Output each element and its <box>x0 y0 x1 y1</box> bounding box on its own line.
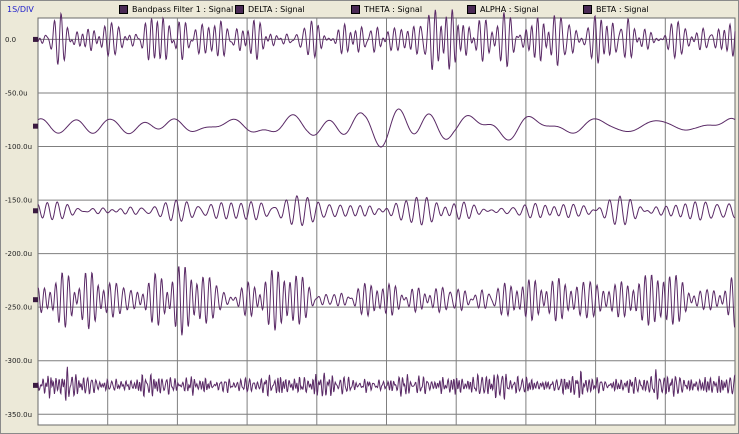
y-tick-label: -300.0u <box>5 357 32 365</box>
y-tick-label: -200.0u <box>5 250 32 258</box>
y-tick-label: -350.0u <box>5 411 32 419</box>
channel-marker <box>33 297 38 303</box>
y-tick-label: 0.0 <box>5 36 16 44</box>
channel-marker <box>33 36 38 42</box>
y-tick-label: -50.0u <box>5 89 28 97</box>
channel-marker <box>33 123 38 129</box>
y-tick-label: -150.0u <box>5 197 32 205</box>
y-tick-label: -250.0u <box>5 304 32 312</box>
eeg-chart: 0.0 -50.0u -100.0u -150.0u -200.0u -250.0u -30… <box>5 9 736 426</box>
scope-window: 1S/DIV Bandpass Filter 1 : Signal DELTA … <box>0 0 739 434</box>
channel-marker <box>33 382 38 388</box>
channel-marker <box>33 208 38 214</box>
y-tick-label: -100.0u <box>5 143 32 151</box>
